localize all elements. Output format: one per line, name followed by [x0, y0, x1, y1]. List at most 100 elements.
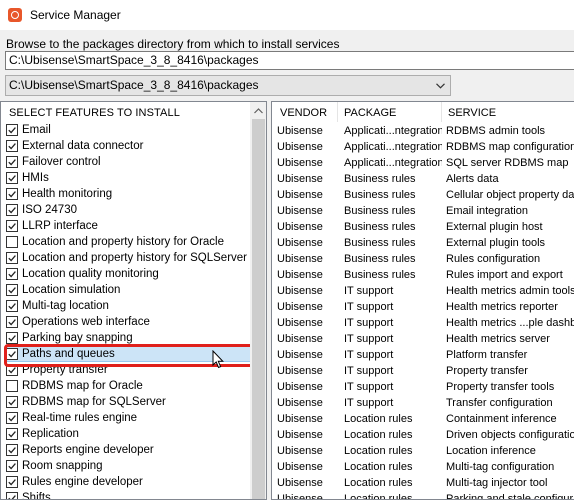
column-header-package[interactable]: PACKAGE: [344, 107, 396, 119]
feature-item[interactable]: Shifts: [6, 490, 250, 499]
feature-item[interactable]: LLRP interface: [6, 218, 250, 234]
feature-item[interactable]: Location simulation: [6, 282, 250, 298]
feature-item[interactable]: Email: [6, 122, 250, 138]
checkmark-icon: [8, 287, 16, 294]
table-row[interactable]: Ubisense Business rules External plugin to…: [272, 236, 574, 252]
table-row[interactable]: Ubisense IT support Health metrics ...ple …: [272, 316, 574, 332]
feature-label: RDBMS map for SQLServer: [22, 396, 166, 408]
table-row[interactable]: Ubisense IT support Platform transfer: [272, 348, 574, 364]
feature-label: Location and property history for SQLSer…: [22, 252, 248, 264]
checkbox-checked[interactable]: [6, 476, 18, 488]
table-row[interactable]: Ubisense IT support Property transfer: [272, 364, 574, 380]
checkbox-checked[interactable]: [6, 268, 18, 280]
checkbox-checked[interactable]: [6, 284, 18, 296]
package-cell: Location rules: [344, 461, 413, 473]
package-cell: Business rules: [344, 173, 416, 185]
column-header-vendor[interactable]: VENDOR: [280, 107, 327, 119]
packages-path-input[interactable]: C:\Ubisense\SmartSpace_3_8_8416\packages: [5, 51, 574, 70]
feature-item[interactable]: Health monitoring: [6, 186, 250, 202]
feature-item[interactable]: Location and property history for Oracle: [6, 234, 250, 250]
scrollbar-thumb[interactable]: [252, 119, 265, 499]
checkbox-checked[interactable]: [6, 332, 18, 344]
checkbox-checked[interactable]: [6, 444, 18, 456]
checkbox-checked[interactable]: [6, 156, 18, 168]
package-cell: Applicati...ntegration: [344, 141, 442, 153]
checkbox-checked[interactable]: [6, 396, 18, 408]
package-cell: IT support: [344, 365, 394, 377]
table-row[interactable]: Ubisense Location rules Driven objects con…: [272, 428, 574, 444]
checkmark-icon: [8, 223, 16, 230]
checkmark-icon: [8, 415, 16, 422]
table-row[interactable]: Ubisense Applicati...ntegration SQL server…: [272, 156, 574, 172]
feature-item[interactable]: External data connector: [6, 138, 250, 154]
checkbox-checked[interactable]: [6, 124, 18, 136]
feature-label: Replication: [22, 428, 79, 440]
checkbox-checked[interactable]: [6, 140, 18, 152]
feature-item[interactable]: Reports engine developer: [6, 442, 250, 458]
checkbox-checked[interactable]: [6, 316, 18, 328]
checkbox-checked[interactable]: [6, 204, 18, 216]
checkbox-checked[interactable]: [6, 460, 18, 472]
vendor-cell: Ubisense: [277, 173, 323, 185]
table-row[interactable]: Ubisense Business rules External plugin ho…: [272, 220, 574, 236]
table-row[interactable]: Ubisense Location rules Location inference: [272, 444, 574, 460]
packages-path-dropdown[interactable]: C:\Ubisense\SmartSpace_3_8_8416\packages: [5, 75, 451, 96]
table-row[interactable]: Ubisense Applicati...ntegration RDBMS admi…: [272, 124, 574, 140]
package-cell: Business rules: [344, 221, 416, 233]
feature-item[interactable]: Rules engine developer: [6, 474, 250, 490]
feature-item[interactable]: Location and property history for SQLSer…: [6, 250, 250, 266]
checkbox-checked[interactable]: [6, 492, 18, 499]
checkbox-checked[interactable]: [6, 252, 18, 264]
checkbox-unchecked[interactable]: [6, 380, 18, 392]
feature-item[interactable]: Replication: [6, 426, 250, 442]
service-cell: Multi-tag configuration: [446, 461, 555, 473]
service-cell: Driven objects configuration: [446, 429, 574, 441]
service-manager-app-icon: [8, 8, 22, 22]
table-row[interactable]: Ubisense IT support Health metrics server: [272, 332, 574, 348]
table-row[interactable]: Ubisense IT support Transfer configuration: [272, 396, 574, 412]
table-row[interactable]: Ubisense Location rules Multi-tag configur…: [272, 460, 574, 476]
feature-item[interactable]: RDBMS map for Oracle: [6, 378, 250, 394]
table-row[interactable]: Ubisense Location rules Containment infere…: [272, 412, 574, 428]
service-cell: Email integration: [446, 205, 528, 217]
table-row[interactable]: Ubisense IT support Health metrics reporte…: [272, 300, 574, 316]
chevron-down-icon[interactable]: [434, 76, 446, 95]
table-row[interactable]: Ubisense Location rules Parking and stale …: [272, 492, 574, 499]
feature-list-scrollbar[interactable]: [250, 102, 266, 499]
column-header-service[interactable]: SERVICE: [448, 107, 496, 119]
feature-item[interactable]: RDBMS map for SQLServer: [6, 394, 250, 410]
feature-item[interactable]: HMIs: [6, 170, 250, 186]
checkbox-checked[interactable]: [6, 188, 18, 200]
vendor-cell: Ubisense: [277, 205, 323, 217]
checkbox-checked[interactable]: [6, 220, 18, 232]
column-divider[interactable]: [441, 102, 442, 122]
checkbox-checked[interactable]: [6, 300, 18, 312]
table-row[interactable]: Ubisense Business rules Cellular object pr…: [272, 188, 574, 204]
table-row[interactable]: Ubisense IT support Property transfer tool…: [272, 380, 574, 396]
vendor-cell: Ubisense: [277, 157, 323, 169]
feature-item[interactable]: Operations web interface: [6, 314, 250, 330]
feature-item[interactable]: Room snapping: [6, 458, 250, 474]
feature-item[interactable]: Real-time rules engine: [6, 410, 250, 426]
checkbox-checked[interactable]: [6, 428, 18, 440]
table-row[interactable]: Ubisense IT support Health metrics admin t…: [272, 284, 574, 300]
feature-label: Rules engine developer: [22, 476, 143, 488]
table-row[interactable]: Ubisense Business rules Rules configuratio…: [272, 252, 574, 268]
checkbox-checked[interactable]: [6, 412, 18, 424]
feature-item[interactable]: Multi-tag location: [6, 298, 250, 314]
table-row[interactable]: Ubisense Applicati...ntegration RDBMS map …: [272, 140, 574, 156]
checkbox-unchecked[interactable]: [6, 236, 18, 248]
vendor-cell: Ubisense: [277, 141, 323, 153]
column-divider[interactable]: [337, 102, 338, 122]
feature-item[interactable]: ISO 24730: [6, 202, 250, 218]
scroll-up-icon[interactable]: [250, 102, 266, 119]
feature-item[interactable]: Failover control: [6, 154, 250, 170]
service-cell: Containment inference: [446, 413, 557, 425]
table-row[interactable]: Ubisense Location rules Multi-tag injector…: [272, 476, 574, 492]
vendor-cell: Ubisense: [277, 349, 323, 361]
table-row[interactable]: Ubisense Business rules Email integration: [272, 204, 574, 220]
checkbox-checked[interactable]: [6, 172, 18, 184]
table-row[interactable]: Ubisense Business rules Alerts data: [272, 172, 574, 188]
table-row[interactable]: Ubisense Business rules Rules import and e…: [272, 268, 574, 284]
feature-item[interactable]: Location quality monitoring: [6, 266, 250, 282]
